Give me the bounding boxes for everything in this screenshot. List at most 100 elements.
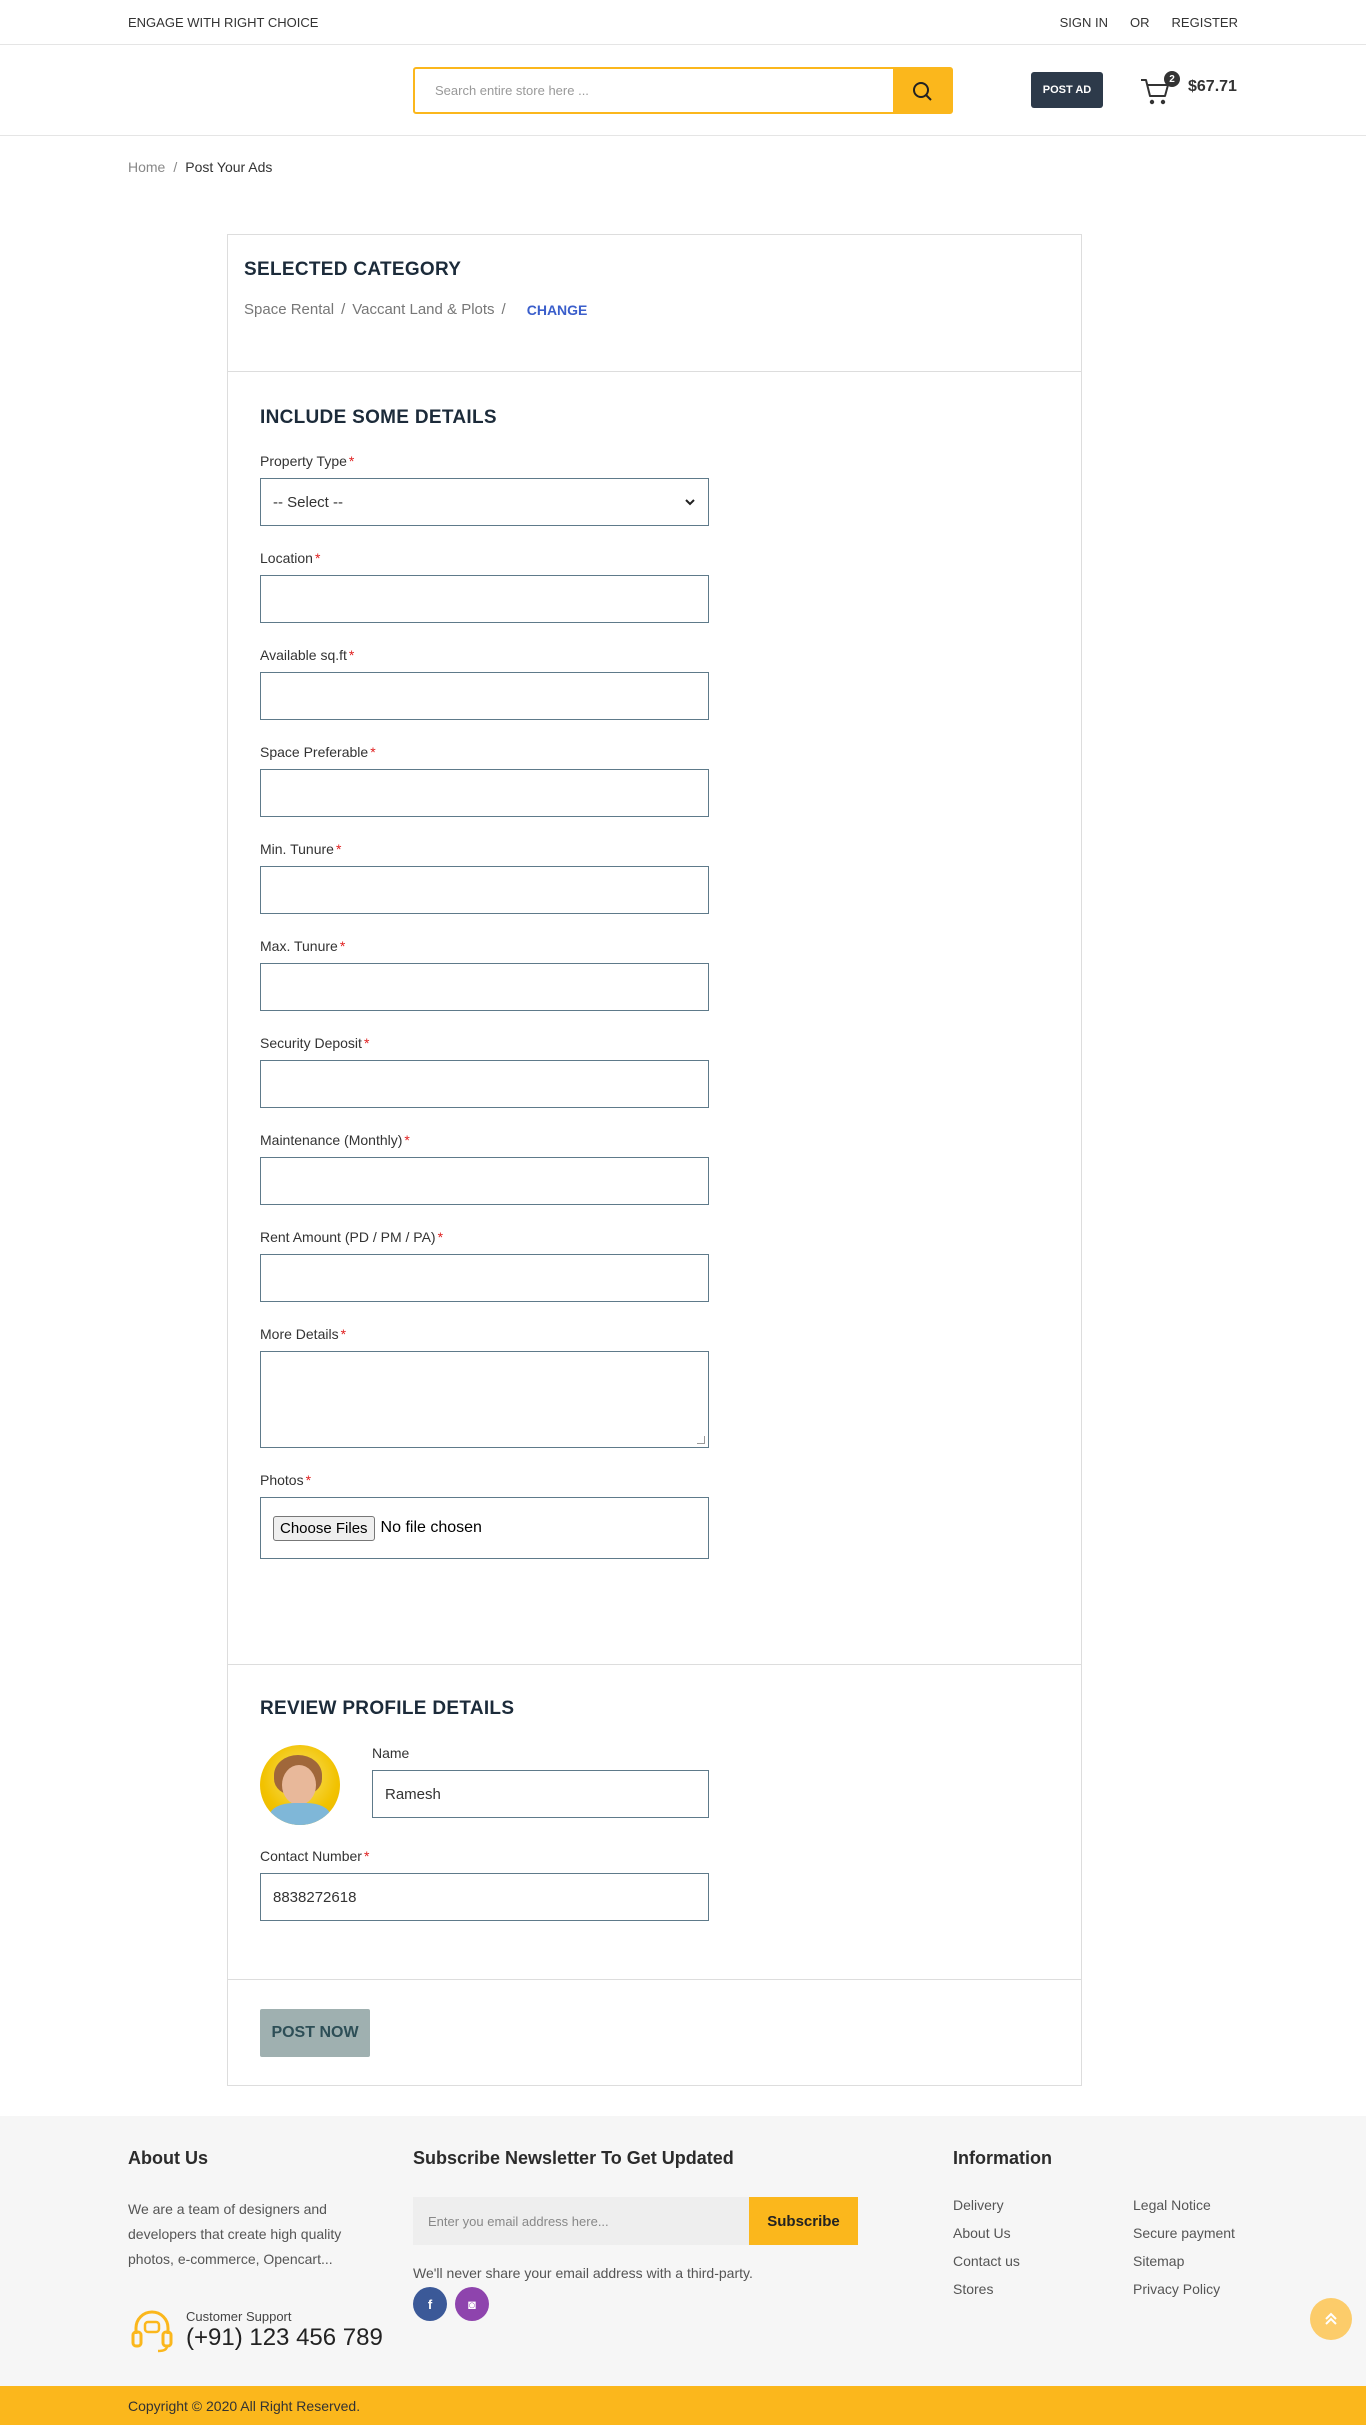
submit-section: POST NOW: [228, 1980, 1081, 2085]
file-status: No file chosen: [380, 1519, 482, 1536]
security-deposit-input[interactable]: [260, 1060, 709, 1108]
property-type-select[interactable]: -- Select --: [260, 478, 709, 526]
post-ad-form: SELECTED CATEGORY Space Rental / Vaccant…: [227, 234, 1082, 2086]
breadcrumb-home-link[interactable]: Home: [128, 159, 165, 175]
information-column: Information Delivery Legal Notice About …: [953, 2148, 1253, 2297]
customer-support: Customer Support (+91) 123 456 789: [128, 2306, 383, 2354]
space-preferable-label: Space Preferable: [260, 744, 369, 760]
choose-files-button[interactable]: Choose Files: [273, 1515, 375, 1541]
location-field: Location *: [260, 550, 1049, 623]
contact-number-input[interactable]: 8838272618: [260, 1873, 709, 1921]
search-button[interactable]: [893, 69, 951, 112]
resize-handle[interactable]: [697, 1436, 705, 1444]
copyright-bar: Copyright © 2020 All Right Reserved.: [0, 2386, 1366, 2425]
details-section: INCLUDE SOME DETAILS Property Type * -- S…: [228, 372, 1081, 1665]
category-separator: /: [341, 301, 346, 318]
headset-icon: [131, 2310, 173, 2353]
breadcrumb-current: Post Your Ads: [185, 159, 273, 175]
newsletter-form: Enter you email address here... Subscrib…: [413, 2197, 858, 2245]
information-title: Information: [953, 2148, 1052, 2168]
required-mark: *: [348, 453, 355, 469]
sign-in-link[interactable]: SIGN IN: [1060, 15, 1108, 30]
information-links: Delivery Legal Notice About Us Secure pa…: [953, 2197, 1253, 2297]
secure-payment-link[interactable]: Secure payment: [1133, 2225, 1253, 2241]
space-preferable-field: Space Preferable *: [260, 744, 1049, 817]
location-label: Location: [260, 550, 313, 566]
max-tenure-input[interactable]: [260, 963, 709, 1011]
details-title: INCLUDE SOME DETAILS: [260, 407, 497, 428]
profile-title: REVIEW PROFILE DETAILS: [260, 1698, 515, 1719]
scroll-to-top-button[interactable]: [1310, 2298, 1352, 2340]
subscribe-button[interactable]: Subscribe: [749, 2197, 858, 2245]
rent-amount-field: Rent Amount (PD / PM / PA) *: [260, 1229, 1049, 1302]
location-input[interactable]: [260, 575, 709, 623]
search-input[interactable]: Search entire store here ...: [415, 69, 893, 112]
contact-number-label: Contact Number: [260, 1848, 362, 1864]
required-mark: *: [437, 1229, 444, 1245]
about-us-column: About Us We are a team of designers and …: [128, 2148, 388, 2272]
name-input[interactable]: Ramesh: [372, 1770, 709, 1818]
facebook-icon[interactable]: f: [413, 2287, 447, 2321]
breadcrumb: Home / Post Your Ads: [128, 159, 272, 175]
newsletter-email-input[interactable]: Enter you email address here...: [413, 2197, 749, 2245]
category-level-2: Vaccant Land & Plots: [352, 301, 495, 318]
required-mark: *: [363, 1035, 370, 1051]
maintenance-input[interactable]: [260, 1157, 709, 1205]
rent-amount-label: Rent Amount (PD / PM / PA): [260, 1229, 436, 1245]
available-sqft-label: Available sq.ft: [260, 647, 347, 663]
required-mark: *: [340, 1326, 347, 1342]
required-mark: *: [339, 938, 346, 954]
avatar: [260, 1745, 340, 1825]
selected-category-section: SELECTED CATEGORY Space Rental / Vaccant…: [228, 235, 1081, 372]
max-tenure-field: Max. Tunure *: [260, 938, 1049, 1011]
post-ad-button[interactable]: POST AD: [1031, 72, 1103, 108]
maintenance-field: Maintenance (Monthly) *: [260, 1132, 1049, 1205]
social-links: f ◙: [413, 2287, 873, 2321]
legal-notice-link[interactable]: Legal Notice: [1133, 2197, 1253, 2213]
more-details-textarea[interactable]: [260, 1351, 709, 1448]
search-icon: [913, 81, 932, 101]
support-phone[interactable]: (+91) 123 456 789: [186, 2324, 383, 2352]
privacy-note: We'll never share your email address wit…: [413, 2265, 753, 2281]
photos-field: Photos * Choose Files No file chosen: [260, 1472, 1049, 1559]
contact-us-link[interactable]: Contact us: [953, 2253, 1133, 2269]
cart-total: $67.71: [1188, 78, 1237, 95]
required-mark: *: [305, 1472, 312, 1488]
rent-amount-input[interactable]: [260, 1254, 709, 1302]
about-us-title: About Us: [128, 2148, 208, 2168]
category-path: Space Rental / Vaccant Land & Plots / CH…: [244, 301, 1065, 318]
required-mark: *: [370, 744, 376, 760]
available-sqft-input[interactable]: [260, 672, 709, 720]
property-type-field: Property Type * -- Select --: [260, 453, 1049, 526]
delivery-link[interactable]: Delivery: [953, 2197, 1133, 2213]
double-chevron-up-icon: [1325, 2312, 1337, 2325]
footer: About Us We are a team of designers and …: [0, 2116, 1366, 2386]
instagram-icon[interactable]: ◙: [455, 2287, 489, 2321]
search-bar: Search entire store here ...: [413, 67, 953, 114]
property-type-label: Property Type: [260, 453, 347, 469]
change-category-link[interactable]: CHANGE: [527, 302, 588, 318]
max-tenure-label: Max. Tunure: [260, 938, 338, 954]
account-links: SIGN IN OR REGISTER: [1060, 15, 1238, 30]
about-us-text: We are a team of designers and developer…: [128, 2201, 342, 2267]
selected-category-title: SELECTED CATEGORY: [244, 259, 462, 280]
breadcrumb-separator: /: [173, 159, 178, 175]
name-label: Name: [372, 1745, 410, 1761]
required-mark: *: [348, 647, 355, 663]
privacy-policy-link[interactable]: Privacy Policy: [1133, 2281, 1253, 2297]
chevron-down-icon: [685, 499, 695, 506]
more-details-field: More Details *: [260, 1326, 1049, 1448]
space-preferable-input[interactable]: [260, 769, 709, 817]
newsletter-title: Subscribe Newsletter To Get Updated: [413, 2148, 734, 2168]
stores-link[interactable]: Stores: [953, 2281, 1133, 2297]
post-now-button[interactable]: POST NOW: [260, 2009, 370, 2057]
about-us-link[interactable]: About Us: [953, 2225, 1133, 2241]
available-sqft-field: Available sq.ft *: [260, 647, 1049, 720]
newsletter-column: Subscribe Newsletter To Get Updated Ente…: [413, 2148, 873, 2321]
category-level-1: Space Rental: [244, 301, 335, 318]
cart-button[interactable]: 2: [1139, 71, 1180, 109]
min-tenure-input[interactable]: [260, 866, 709, 914]
register-link[interactable]: REGISTER: [1172, 15, 1238, 30]
property-type-value: -- Select --: [273, 493, 344, 511]
sitemap-link[interactable]: Sitemap: [1133, 2253, 1253, 2269]
